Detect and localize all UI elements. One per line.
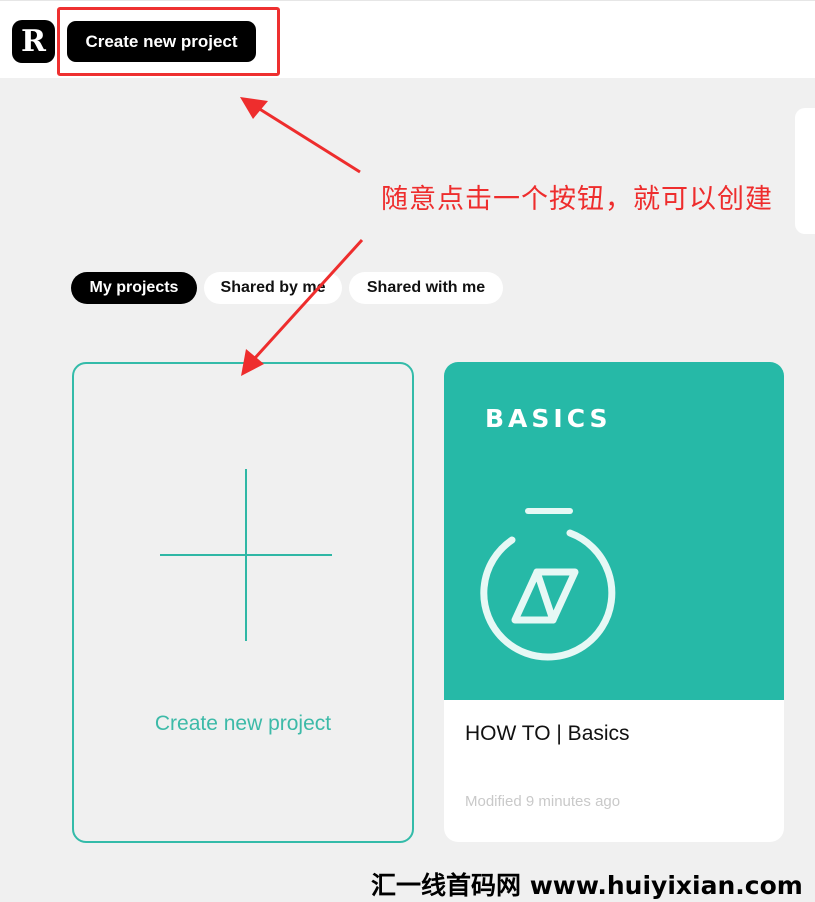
logo-letter: R [21, 24, 46, 59]
create-new-project-card[interactable]: Create new project [72, 362, 414, 843]
annotation-text: 随意点击一个按钮，就可以创建 [381, 184, 773, 215]
side-panel-edge [795, 108, 815, 234]
arrow-to-new-project-card [241, 238, 364, 376]
highlight-annotation-box [57, 7, 280, 76]
tab-shared-by-me[interactable]: Shared by me [204, 272, 342, 304]
project-title: HOW TO | Basics [465, 722, 630, 745]
thumbnail-label: BASICS [485, 404, 612, 433]
tab-shared-with-me[interactable]: Shared with me [349, 272, 503, 304]
project-modified: Modified 9 minutes ago [465, 793, 621, 810]
project-thumbnail: BASICS [444, 362, 784, 700]
project-card[interactable]: BASICS HOW TO | Basics Modified 9 minute… [444, 362, 784, 842]
create-new-project-card-label: Create new project [154, 712, 332, 735]
tab-my-projects[interactable]: My projects [71, 272, 197, 304]
watermark-text: 汇一线首码网 www.huiyixian.com [371, 871, 803, 900]
stopwatch-icon [480, 508, 616, 661]
arrow-to-header-button [240, 97, 361, 174]
app-logo[interactable]: R [12, 20, 55, 63]
